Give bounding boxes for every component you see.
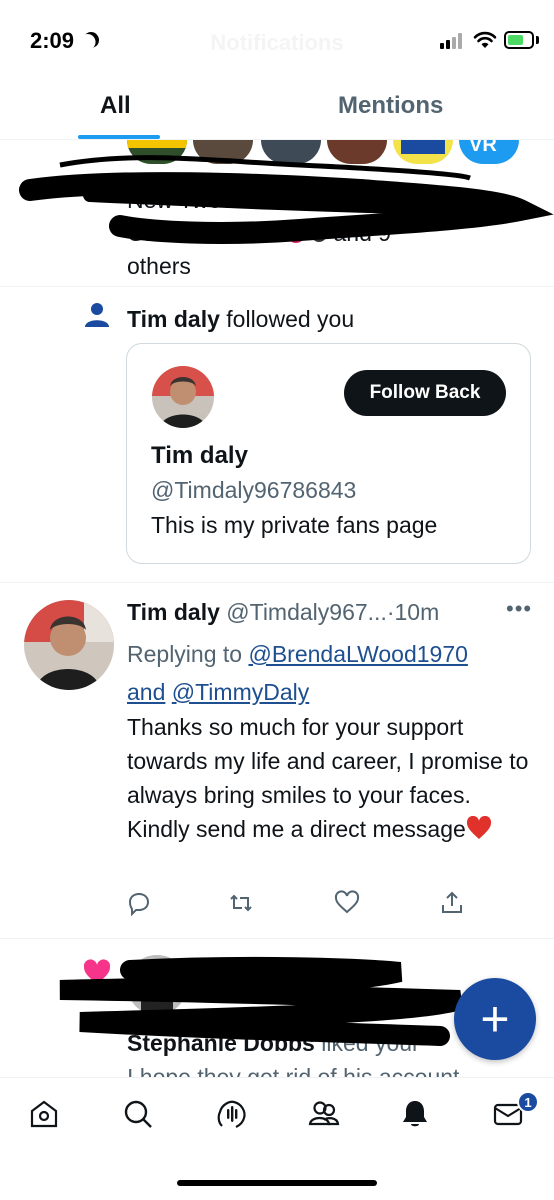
avatar[interactable] [261, 140, 321, 164]
like-notification-heart-icon [83, 959, 111, 984]
replying-to: Replying to @BrendaLWood1970 and @TimmyD… [127, 635, 527, 711]
divider [0, 582, 554, 583]
liked-tweet-preview: I hope they get rid of his account [127, 1064, 460, 1077]
replying-user-link[interactable]: @BrendaLWood1970 [248, 641, 467, 667]
new-tweets-notification[interactable]: VR New Tweet notifications for Global Ci… [0, 140, 554, 287]
active-tab-indicator [78, 135, 160, 139]
avatar[interactable]: VR [459, 140, 519, 164]
share-icon[interactable] [439, 890, 465, 916]
notifications-icon[interactable] [399, 1098, 431, 1130]
person-icon [85, 303, 109, 327]
tab-all[interactable]: All [100, 92, 131, 120]
like-icon[interactable] [334, 890, 360, 916]
globe-emoji [311, 226, 328, 242]
liked-action: liked your [321, 1030, 420, 1056]
tweet-separator: · [386, 599, 395, 625]
liked-notification-text: Stephanie Dobbs liked your [127, 1030, 420, 1057]
tweet-author-name[interactable]: Tim daly [127, 599, 220, 625]
battery-tip [536, 36, 539, 44]
follower-avatar[interactable] [152, 366, 214, 428]
follower-card[interactable]: Follow Back Tim daly @Timdaly96786843 Th… [126, 343, 531, 564]
new-tweets-line3: others [127, 253, 191, 279]
tweet-time[interactable]: 10m [395, 599, 440, 625]
avatar[interactable] [327, 140, 387, 164]
liker-avatar[interactable] [127, 955, 187, 1015]
home-indicator [177, 1180, 377, 1186]
new-tweets-suffix: and 9 [333, 220, 392, 246]
tweet-author-handle[interactable]: @Timdaly967... [226, 599, 387, 625]
replying-prefix: Replying to [127, 641, 243, 667]
follower-name[interactable]: Tim daly [127, 306, 220, 332]
avatar[interactable] [193, 140, 253, 164]
follower-card-bio: This is my private fans page [151, 512, 438, 538]
avatar[interactable] [127, 140, 187, 164]
follower-card-name[interactable]: Tim daly [151, 442, 248, 470]
tweet-header: Tim daly @Timdaly967...·10m [127, 599, 439, 626]
liker-name[interactable]: Stephanie Dobbs [127, 1030, 315, 1056]
home-icon[interactable] [28, 1098, 60, 1130]
retweet-icon[interactable] [228, 890, 254, 916]
status-bar: 2:09 Notifications [0, 0, 554, 80]
follow-back-button[interactable]: Follow Back [344, 370, 506, 416]
search-icon[interactable] [122, 1098, 154, 1130]
cellular-signal-icon [440, 33, 466, 49]
replying-user-link[interactable]: @TimmyDaly [172, 679, 309, 705]
communities-icon[interactable] [308, 1098, 340, 1130]
follow-text: Tim daly followed you [127, 306, 354, 333]
tab-mentions[interactable]: Mentions [338, 92, 443, 120]
follow-action: followed you [226, 306, 355, 332]
battery-icon [504, 31, 534, 49]
tweet-text: Thanks so much for your support towards … [127, 710, 532, 846]
avatar[interactable] [393, 140, 453, 164]
spaces-icon[interactable] [216, 1098, 248, 1130]
reply-icon[interactable] [126, 890, 152, 916]
replying-and[interactable]: and [127, 679, 165, 705]
more-options-icon[interactable]: ••• [506, 596, 532, 622]
notification-tabs: All Mentions [0, 80, 554, 140]
compose-tweet-button[interactable]: + [454, 978, 536, 1060]
divider [0, 938, 554, 939]
messages-badge: 1 [517, 1091, 539, 1113]
new-tweets-text: New Tweet notifications for Global Citiz… [127, 184, 507, 283]
account-name[interactable]: Global Citizen [127, 220, 280, 246]
header-title: Notifications [210, 30, 344, 55]
tweet-actions [0, 890, 554, 920]
red-heart-emoji [466, 816, 491, 839]
tweet-author-avatar[interactable] [24, 600, 114, 690]
red-circle-emoji [286, 225, 305, 243]
follower-card-handle: @Timdaly96786843 [151, 477, 357, 503]
wifi-icon [473, 31, 497, 48]
new-tweets-line1: New Tweet notifications for [127, 187, 402, 213]
